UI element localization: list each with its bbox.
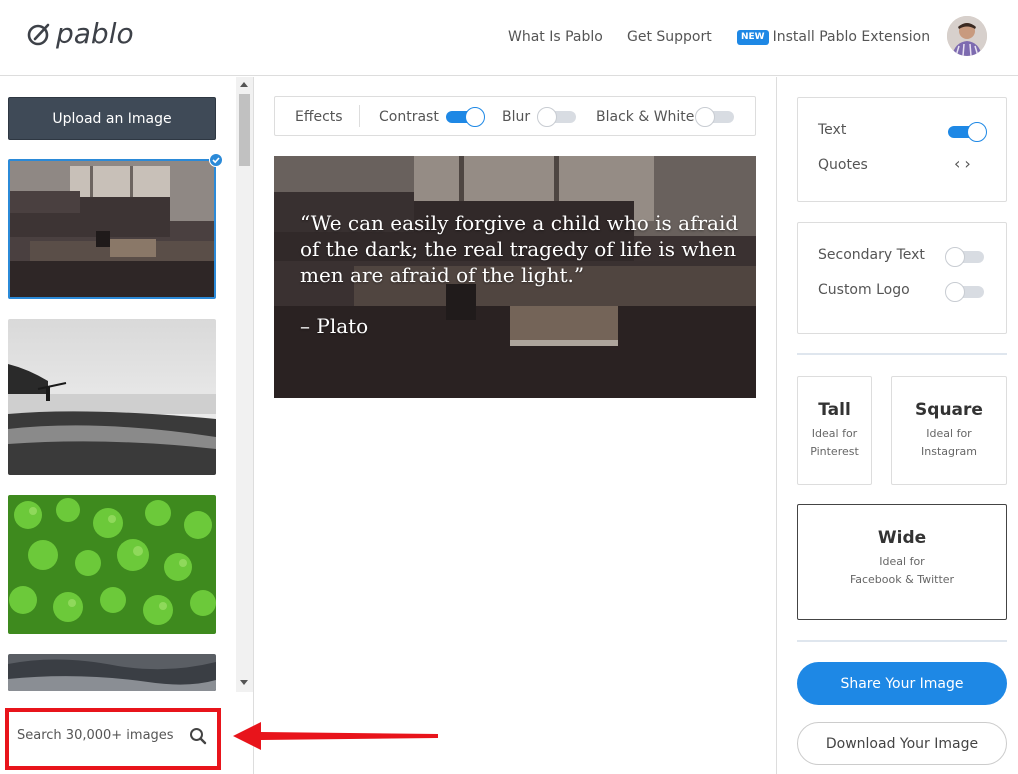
size-tall-option[interactable]: Tall Ideal for Pinterest [797,376,872,485]
new-badge: NEW [737,29,769,45]
sidebar-scrollbar[interactable] [236,77,253,692]
image-preview[interactable]: “We can easily forgive a child who is af… [274,156,756,398]
black-white-toggle[interactable] [695,107,734,127]
thumbnail-living-room[interactable] [8,159,216,299]
text-toggle[interactable] [948,122,987,142]
effects-label: Effects [295,109,343,125]
quotes-label: Quotes [818,157,868,173]
black-white-label: Black & White [596,109,695,125]
chevron-left-icon[interactable]: ‹ [954,154,964,173]
custom-logo-toggle[interactable] [945,282,984,302]
thumbnail-cloudy-sky[interactable] [8,654,216,691]
search-icon[interactable] [189,727,207,745]
logo-text: pablo [56,17,134,50]
square-title: Square [915,400,983,420]
app-header: pablo What Is Pablo Get Support NEW Inst… [0,0,1018,76]
avatar-image [947,16,987,56]
red-arrow-annotation [233,722,438,750]
nav-install-extension[interactable]: NEW Install Pablo Extension [737,28,930,46]
selected-check-icon [209,153,223,167]
image-search-box [5,708,221,770]
quotes-nav: ‹› [954,154,975,173]
install-extension-label: Install Pablo Extension [772,29,931,45]
text-options-card: Text Quotes ‹› [797,97,1007,202]
wide-desc: Ideal for Facebook & Twitter [849,555,955,586]
wide-title: Wide [877,528,927,548]
image-search-input[interactable] [17,728,177,743]
preview-author-text[interactable]: – Plato [300,314,368,338]
tall-title: Tall [818,400,851,420]
living-room-image [10,161,214,297]
user-avatar[interactable] [947,16,987,56]
secondary-options-card: Secondary Text Custom Logo [797,222,1007,334]
effects-toolbar: Effects Contrast Blur Black & White [274,96,756,136]
upload-image-button[interactable]: Upload an Image [8,97,216,140]
secondary-text-toggle[interactable] [945,247,984,267]
options-panel: Text Quotes ‹› Secondary Text Custom Log… [776,77,1018,774]
pablo-logo-icon [27,23,50,46]
panel-divider-2 [797,640,1007,642]
toolbar-divider [359,105,360,127]
thumbnail-beach[interactable] [8,319,216,475]
custom-logo-label: Custom Logo [818,282,910,298]
contrast-toggle[interactable] [446,107,485,127]
size-wide-option[interactable]: Wide Ideal for Facebook & Twitter [797,504,1007,620]
nav-get-support[interactable]: Get Support [627,28,712,46]
cloudy-sky-image [8,654,216,691]
scrollbar-thumb[interactable] [239,94,250,166]
preview-quote-text[interactable]: “We can easily forgive a child who is af… [300,210,740,288]
blur-label: Blur [502,109,531,125]
square-desc: Ideal for Instagram [921,427,977,458]
pablo-logo[interactable]: pablo [27,17,134,51]
image-sidebar: Upload an Image [0,77,254,774]
clover-image [8,495,216,634]
share-image-button[interactable]: Share Your Image [797,662,1007,705]
panel-divider [797,353,1007,355]
beach-image [8,319,216,475]
scroll-up-arrow-icon[interactable] [240,82,248,87]
tall-desc: Ideal for Pinterest [810,427,859,458]
contrast-label: Contrast [379,109,439,125]
chevron-right-icon[interactable]: › [964,154,974,173]
size-square-option[interactable]: Square Ideal for Instagram [891,376,1007,485]
secondary-text-label: Secondary Text [818,247,925,263]
download-image-button[interactable]: Download Your Image [797,722,1007,765]
nav-what-is-pablo[interactable]: What Is Pablo [508,28,603,46]
scroll-down-arrow-icon[interactable] [240,680,248,685]
thumbnail-clovers[interactable] [8,495,216,634]
blur-toggle[interactable] [537,107,576,127]
text-label: Text [818,122,847,138]
